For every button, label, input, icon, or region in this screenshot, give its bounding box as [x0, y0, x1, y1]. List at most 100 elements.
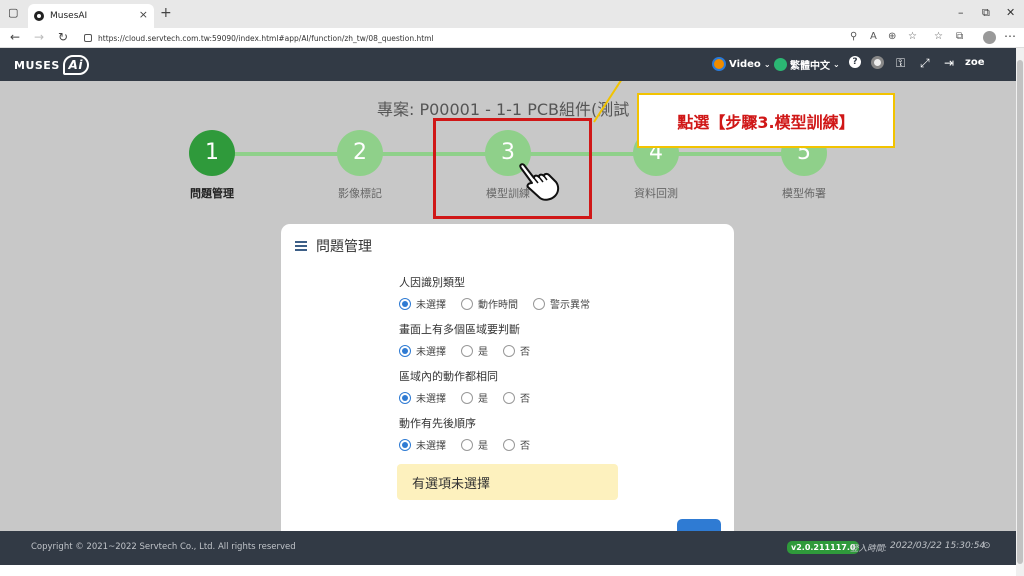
video-icon: [712, 57, 726, 71]
option-label: 否: [520, 394, 530, 405]
tab-close-icon[interactable]: ×: [139, 8, 148, 21]
globe-icon: [774, 58, 787, 71]
key-settings-icon[interactable]: ⚿: [896, 56, 905, 71]
option-action-time[interactable]: 動作時間: [461, 296, 518, 311]
logo-ai-badge: Ai: [62, 55, 89, 75]
step-4-label[interactable]: 資料回測: [606, 185, 706, 201]
radio-selected[interactable]: [399, 297, 411, 310]
copyright-text: Copyright © 2021~2022 Servtech Co., Ltd.…: [31, 542, 296, 552]
option-no[interactable]: 否: [503, 343, 530, 358]
step-2-circle[interactable]: 2: [337, 130, 383, 176]
logo-text: MUSES: [14, 58, 60, 72]
option-yes[interactable]: 是: [461, 390, 488, 405]
refresh-icon[interactable]: ↻: [58, 30, 68, 44]
option-label: 是: [478, 441, 488, 452]
question-same-actions: 區域內的動作都相同 未選擇 是 否: [399, 368, 545, 405]
radio-unselected[interactable]: [461, 297, 473, 310]
main-content: 專案: P00001 - 1-1 PCB組件(測試 1 2 3 4 5 問題管理…: [0, 81, 1016, 531]
browser-tab-bar: ▢ MusesAI × + – ⧉ ✕: [0, 0, 1024, 28]
radio-unselected[interactable]: [503, 438, 515, 451]
username[interactable]: zoe: [965, 57, 984, 68]
favorite-add-icon[interactable]: ☆: [908, 31, 917, 42]
question-human-factor-type: 人因識別類型 未選擇 動作時間 警示異常: [399, 274, 605, 311]
user-settings-icon[interactable]: [871, 56, 884, 69]
option-label: 警示異常: [550, 300, 590, 311]
pointing-hand-icon: [519, 163, 560, 201]
new-tab-button[interactable]: +: [160, 5, 172, 21]
language-menu[interactable]: 繁體中文 ⌄: [774, 57, 840, 72]
collections-icon[interactable]: ⧉: [956, 31, 963, 42]
step-5-label[interactable]: 模型佈署: [754, 185, 854, 201]
key-icon[interactable]: ⚲: [850, 31, 857, 42]
more-menu-icon[interactable]: ⋯: [1004, 29, 1016, 43]
option-label: 未選擇: [416, 300, 446, 311]
option-unselected[interactable]: 未選擇: [399, 296, 446, 311]
radio-unselected[interactable]: [533, 297, 545, 310]
address-bar: ← → ↻ https://cloud.servtech.com.tw:5909…: [0, 28, 1024, 48]
unselected-warning: 有選項未選擇: [397, 464, 618, 500]
option-label: 是: [478, 347, 488, 358]
instruction-callout: 點選【步驟3.模型訓練】: [637, 93, 895, 148]
question-label: 人因識別類型: [399, 276, 465, 289]
card-title: 問題管理: [316, 239, 372, 255]
forward-icon[interactable]: →: [34, 30, 44, 44]
question-label: 區域內的動作都相同: [399, 370, 498, 383]
fullscreen-icon[interactable]: ⤢: [920, 56, 930, 71]
lock-icon: [84, 34, 92, 42]
window-close-icon[interactable]: ✕: [1006, 6, 1015, 19]
option-no[interactable]: 否: [503, 390, 530, 405]
read-aloud-icon[interactable]: A: [870, 31, 877, 42]
radio-unselected[interactable]: [461, 344, 473, 357]
favorites-icon[interactable]: ☆: [934, 31, 943, 42]
minimize-icon[interactable]: –: [958, 6, 964, 19]
tab-actions-icon[interactable]: ▢: [8, 6, 18, 19]
help-icon[interactable]: ?: [849, 56, 861, 68]
video-menu[interactable]: Video ⌄: [712, 57, 771, 71]
project-title: 專案: P00001 - 1-1 PCB組件(測試: [377, 100, 630, 119]
next-button[interactable]: [677, 519, 721, 531]
back-icon[interactable]: ←: [10, 30, 20, 44]
radio-selected[interactable]: [399, 344, 411, 357]
option-no[interactable]: 否: [503, 437, 530, 452]
radio-selected[interactable]: [399, 438, 411, 451]
tab-title: MusesAI: [50, 11, 88, 21]
step-1-label[interactable]: 問題管理: [162, 185, 262, 201]
chevron-down-icon: ⌄: [833, 60, 840, 69]
option-label: 未選擇: [416, 441, 446, 452]
url-field[interactable]: https://cloud.servtech.com.tw:59090/inde…: [84, 30, 844, 46]
video-label: Video: [729, 58, 761, 70]
list-icon: [295, 241, 307, 251]
step-3-highlight-box: [433, 118, 592, 219]
step-1-circle[interactable]: 1: [189, 130, 235, 176]
chevron-down-icon: ⌄: [763, 59, 771, 69]
browser-tab[interactable]: MusesAI ×: [28, 4, 154, 28]
option-yes[interactable]: 是: [461, 437, 488, 452]
option-label: 是: [478, 394, 488, 405]
option-unselected[interactable]: 未選擇: [399, 343, 446, 358]
option-label: 否: [520, 347, 530, 358]
radio-unselected[interactable]: [461, 391, 473, 404]
option-yes[interactable]: 是: [461, 343, 488, 358]
scrollbar-thumb[interactable]: [1017, 60, 1023, 564]
logout-icon[interactable]: ⇥: [944, 56, 954, 70]
muses-ai-logo[interactable]: MUSES Ai: [14, 55, 89, 75]
restore-icon[interactable]: ⧉: [982, 6, 990, 20]
question-label: 畫面上有多個區域要判斷: [399, 323, 520, 336]
step-2-label[interactable]: 影像標記: [310, 185, 410, 201]
zoom-icon[interactable]: ⊕: [888, 31, 896, 42]
option-warning-anomaly[interactable]: 警示異常: [533, 296, 590, 311]
login-time-label: 登入時間:: [850, 544, 887, 554]
option-label: 未選擇: [416, 347, 446, 358]
profile-avatar[interactable]: [983, 31, 996, 44]
option-unselected[interactable]: 未選擇: [399, 390, 446, 405]
question-label: 動作有先後順序: [399, 417, 476, 430]
option-unselected[interactable]: 未選擇: [399, 437, 446, 452]
page-scrollbar[interactable]: [1016, 48, 1024, 576]
radio-selected[interactable]: [399, 391, 411, 404]
radio-unselected[interactable]: [503, 391, 515, 404]
step-connector: [678, 152, 782, 156]
radio-unselected[interactable]: [461, 438, 473, 451]
radio-unselected[interactable]: [503, 344, 515, 357]
url-text: https://cloud.servtech.com.tw:59090/inde…: [98, 33, 434, 43]
musesai-favicon-icon: [34, 11, 44, 21]
